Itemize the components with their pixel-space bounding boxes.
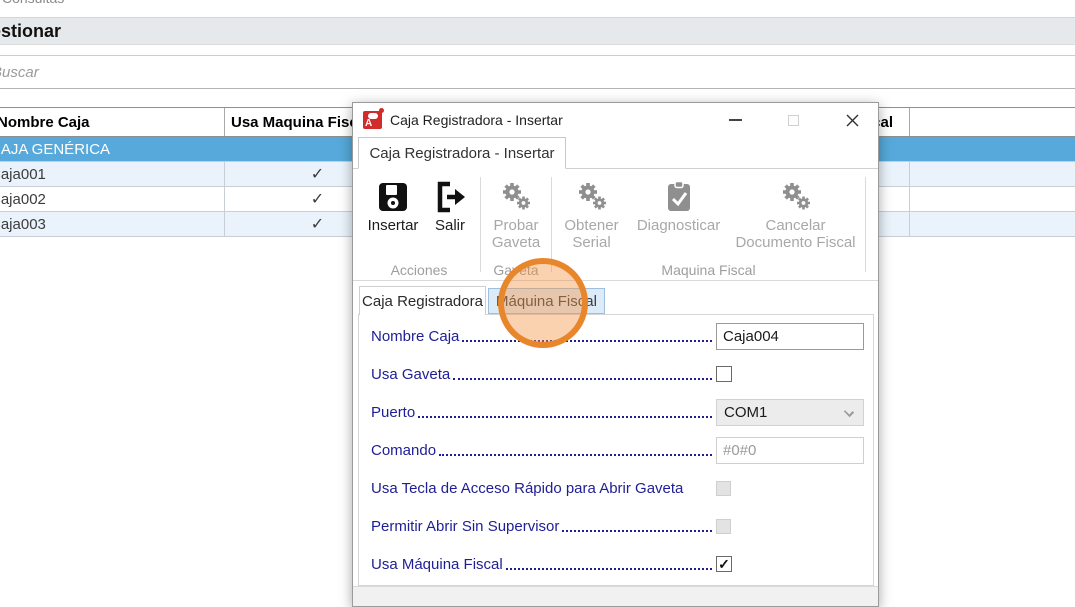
ribbon-group-label: Maquina Fiscal (661, 262, 756, 278)
search-bar (0, 55, 1075, 89)
tab-maquina-fiscal[interactable]: Máquina Fiscal (488, 288, 605, 314)
field-label: Usa Máquina Fiscal (371, 555, 503, 573)
exit-icon (434, 177, 466, 217)
ribbon-group-label: Gaveta (493, 262, 539, 278)
row-name: Caja001 (0, 165, 46, 183)
field-label: Usa Tecla de Acceso Rápido para Abrir Ga… (371, 479, 684, 497)
clipped-menu-text: Consultas (2, 0, 222, 9)
usa-maquina-fiscal-checkbox[interactable]: ✓ (716, 556, 732, 572)
column-header-empty (910, 108, 1075, 136)
form-row: Puerto COM1 (371, 393, 864, 431)
diagnosticar-button: Diagnosticar (631, 175, 727, 262)
insertar-button[interactable]: Insertar (362, 175, 424, 262)
row-name: Caja003 (0, 215, 46, 233)
dialog-title: Caja Registradora - Insertar (390, 112, 563, 128)
minimize-icon (728, 119, 742, 121)
form-tabstrip: Caja Registradora Máquina Fiscal (353, 286, 878, 315)
permitir-abrir-sin-supervisor-checkbox (716, 518, 731, 534)
ribbon-group-gaveta: Probar Gaveta Gaveta (481, 175, 551, 280)
probar-gaveta-button: Probar Gaveta (482, 175, 550, 262)
dotted-leader (439, 454, 712, 456)
minimize-button[interactable] (720, 107, 750, 133)
row-name: CAJA GENÉRICA (0, 140, 111, 158)
dotted-leader (453, 378, 712, 380)
dialog-document-tabrow: Caja Registradora - Insertar (353, 137, 878, 169)
field-label: Nombre Caja (371, 327, 460, 345)
screen: Consultas Gestionar Nombre Caja Usa Maqu… (0, 0, 1075, 607)
gears-icon (499, 177, 533, 217)
dotted-leader (418, 416, 712, 418)
column-header-nombre-caja[interactable]: Nombre Caja (0, 108, 225, 136)
form-row: Usa Gaveta (371, 355, 864, 393)
nombre-caja-input[interactable] (716, 322, 864, 350)
tab-caja-registradora[interactable]: Caja Registradora (359, 286, 486, 315)
field-label: Comando (371, 441, 437, 459)
dotted-leader (562, 530, 712, 532)
obtener-serial-button: Obtener Serial (553, 175, 631, 262)
dotted-leader (462, 340, 712, 342)
ribbon-group-maquina-fiscal: Obtener Serial Diagnosticar Cancelar Doc… (552, 175, 865, 280)
form-row: Usa Máquina Fiscal ✓ (371, 545, 864, 583)
search-input[interactable] (0, 63, 492, 81)
page-title: Gestionar (0, 20, 62, 41)
dialog-caja-registradora-insertar: A Caja Registradora - Insertar Caja Regi… (352, 102, 879, 607)
form-row: Usa Tecla de Acceso Rápido para Abrir Ga… (371, 469, 864, 507)
clipboard-check-icon (664, 177, 694, 217)
ribbon: Insertar Salir Acciones Probar Gaveta Ga… (353, 169, 878, 281)
close-button[interactable] (837, 107, 867, 133)
document-tab[interactable]: Caja Registradora - Insertar (358, 137, 566, 169)
app-icon: A (363, 108, 384, 129)
puerto-select[interactable]: COM1 (716, 398, 864, 426)
chevron-down-icon (843, 406, 855, 417)
dialog-titlebar: A Caja Registradora - Insertar (353, 103, 878, 137)
close-icon (846, 114, 858, 126)
gears-icon (779, 177, 813, 217)
usa-tecla-acceso-rapido-checkbox (716, 480, 731, 496)
page-title-bar: Gestionar (0, 17, 1075, 45)
row-name: Caja002 (0, 190, 46, 208)
ribbon-group-label: Acciones (390, 262, 448, 278)
form-row: Comando (371, 431, 864, 469)
save-icon (376, 177, 410, 217)
maximize-button (778, 107, 808, 133)
cancelar-documento-fiscal-button: Cancelar Documento Fiscal (727, 175, 865, 262)
maximize-icon (787, 114, 799, 126)
field-label: Usa Gaveta (371, 365, 451, 383)
dotted-leader (505, 568, 712, 570)
form-row: Permitir Abrir Sin Supervisor (371, 507, 864, 545)
dialog-footer-strip (353, 586, 878, 606)
form-row: Nombre Caja (371, 317, 864, 355)
puerto-selected-value: COM1 (724, 403, 768, 421)
ribbon-group-acciones: Insertar Salir Acciones (358, 175, 480, 280)
salir-button[interactable]: Salir (424, 175, 476, 262)
field-label: Puerto (371, 403, 416, 421)
usa-gaveta-checkbox[interactable] (716, 366, 732, 382)
ribbon-separator (865, 177, 866, 272)
form-panel: Nombre Caja Usa Gaveta Puerto COM1 (358, 314, 874, 586)
field-label: Permitir Abrir Sin Supervisor (371, 517, 560, 535)
comando-input (716, 436, 864, 464)
gears-icon (575, 177, 609, 217)
